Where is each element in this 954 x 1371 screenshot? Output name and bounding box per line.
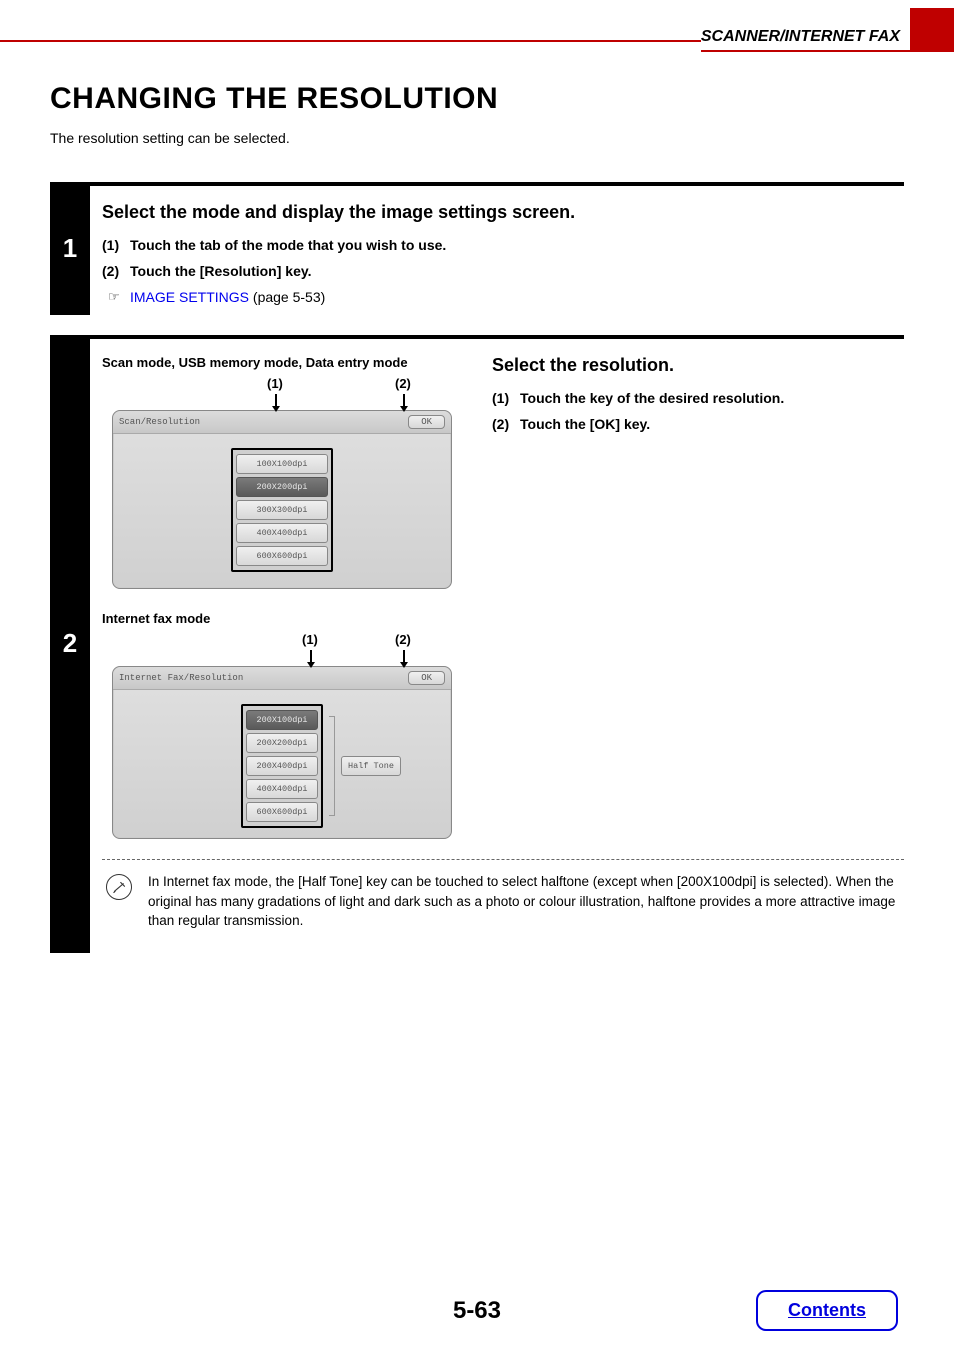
option-600x600[interactable]: 600X600dpi bbox=[236, 546, 328, 566]
step-2: 2 Scan mode, USB memory mode, Data entry… bbox=[50, 335, 904, 953]
header-bar: SCANNER/INTERNET FAX bbox=[0, 20, 954, 52]
option-200x200[interactable]: 200X200dpi bbox=[236, 477, 328, 497]
bracket-icon bbox=[329, 716, 335, 816]
section-title: SCANNER/INTERNET FAX bbox=[701, 28, 910, 52]
option-200x400[interactable]: 200X400dpi bbox=[246, 756, 318, 776]
note-row: In Internet fax mode, the [Half Tone] ke… bbox=[102, 872, 904, 943]
step-1-sub-2: (2)Touch the [Resolution] key. bbox=[102, 263, 904, 279]
step-1-sub-1: (1)Touch the tab of the mode that you wi… bbox=[102, 237, 904, 253]
option-200x100[interactable]: 200X100dpi bbox=[246, 710, 318, 730]
contents-button[interactable]: Contents bbox=[756, 1290, 898, 1331]
option-200x200b[interactable]: 200X200dpi bbox=[246, 733, 318, 753]
resolution-options-1: 100X100dpi 200X200dpi 300X300dpi 400X400… bbox=[231, 448, 333, 572]
option-100x100[interactable]: 100X100dpi bbox=[236, 454, 328, 474]
panel-1-title: Scan/Resolution bbox=[119, 417, 200, 427]
image-settings-link[interactable]: IMAGE SETTINGS bbox=[130, 289, 249, 305]
cross-reference: ☞ IMAGE SETTINGS (page 5-53) bbox=[102, 289, 904, 305]
header-red-block bbox=[910, 8, 954, 52]
step-1-number: 1 bbox=[50, 182, 90, 315]
option-300x300[interactable]: 300X300dpi bbox=[236, 500, 328, 520]
internet-fax-mode-label: Internet fax mode bbox=[102, 611, 472, 626]
halftone-button[interactable]: Half Tone bbox=[341, 756, 401, 776]
option-400x400[interactable]: 400X400dpi bbox=[236, 523, 328, 543]
callout-2b: (2) bbox=[395, 632, 411, 647]
panel-2-title: Internet Fax/Resolution bbox=[119, 673, 243, 683]
note-text: In Internet fax mode, the [Half Tone] ke… bbox=[148, 872, 900, 931]
header-rule-left bbox=[0, 20, 701, 42]
ok-button[interactable]: OK bbox=[408, 415, 445, 429]
option-400x400b[interactable]: 400X400dpi bbox=[246, 779, 318, 799]
callout-1: (1) bbox=[267, 376, 283, 391]
ok-button-2[interactable]: OK bbox=[408, 671, 445, 685]
step-1-title: Select the mode and display the image se… bbox=[102, 202, 904, 223]
note-icon bbox=[106, 874, 132, 900]
callout-1b: (1) bbox=[302, 632, 318, 647]
step-2-sub-1: (1)Touch the key of the desired resoluti… bbox=[492, 390, 904, 406]
step-2-sub-2: (2)Touch the [OK] key. bbox=[492, 416, 904, 432]
option-600x600b[interactable]: 600X600dpi bbox=[246, 802, 318, 822]
footer: 5-63 Contents bbox=[0, 1297, 954, 1325]
dashed-separator bbox=[102, 859, 904, 860]
callout-2: (2) bbox=[395, 376, 411, 391]
step-2-number: 2 bbox=[50, 335, 90, 953]
page-title: CHANGING THE RESOLUTION bbox=[50, 82, 904, 116]
pointer-icon: ☞ bbox=[108, 289, 120, 305]
step-2-title: Select the resolution. bbox=[492, 355, 904, 376]
resolution-options-2: 200X100dpi 200X200dpi 200X400dpi 400X400… bbox=[241, 704, 323, 828]
ifax-resolution-panel: Internet Fax/Resolution OK 200X100dpi 20… bbox=[112, 666, 452, 839]
callouts-panel-2: (1) (2) bbox=[102, 632, 472, 666]
intro-text: The resolution setting can be selected. bbox=[50, 130, 904, 146]
scan-resolution-panel: Scan/Resolution OK 100X100dpi 200X200dpi… bbox=[112, 410, 452, 589]
callouts-panel-1: (1) (2) bbox=[102, 376, 472, 410]
step-1: 1 Select the mode and display the image … bbox=[50, 182, 904, 315]
xref-page: (page 5-53) bbox=[249, 289, 325, 305]
scan-mode-label: Scan mode, USB memory mode, Data entry m… bbox=[102, 355, 472, 370]
